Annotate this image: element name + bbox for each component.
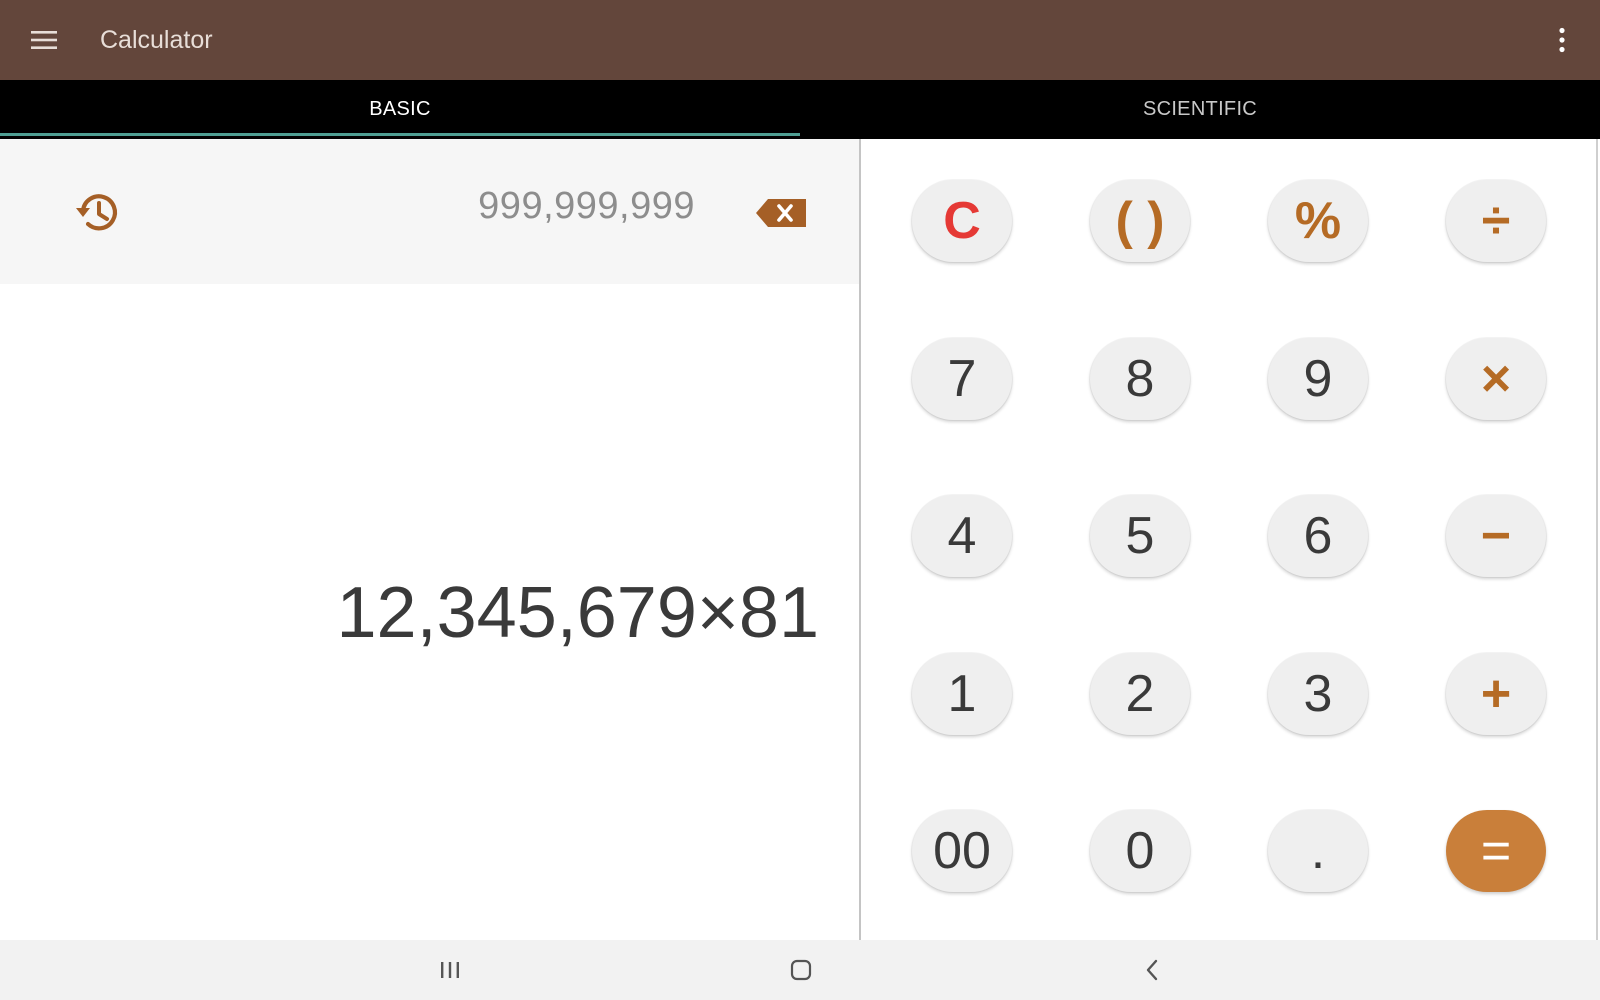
back-icon — [1146, 959, 1158, 981]
subtract-button[interactable]: − — [1446, 495, 1546, 577]
percent-button[interactable]: % — [1268, 180, 1368, 262]
display-panel: 999,999,999 12,345,679×81 — [0, 139, 859, 940]
digit-0-button[interactable]: 0 — [1090, 810, 1190, 892]
history-result: 999,999,999 — [478, 185, 695, 227]
keypad: C ( ) % ÷ 7 8 9 × 4 5 6 − 1 2 3 + 00 0 .… — [861, 139, 1596, 940]
double-zero-button[interactable]: 00 — [912, 810, 1012, 892]
recent-apps-icon — [441, 962, 459, 978]
digit-6-button[interactable]: 6 — [1268, 495, 1368, 577]
app-title: Calculator — [100, 26, 213, 54]
app-bar: Calculator — [0, 0, 1600, 80]
digit-4-button[interactable]: 4 — [912, 495, 1012, 577]
digit-8-button[interactable]: 8 — [1090, 338, 1190, 420]
tab-scientific[interactable]: SCIENTIFIC — [800, 80, 1600, 139]
tab-basic-label: BASIC — [369, 98, 431, 120]
recent-apps-button[interactable] — [420, 950, 480, 990]
digit-9-button[interactable]: 9 — [1268, 338, 1368, 420]
tab-basic[interactable]: BASIC — [0, 80, 800, 139]
more-options-button[interactable] — [1542, 20, 1582, 60]
backspace-icon — [756, 199, 806, 227]
history-button[interactable] — [74, 189, 122, 237]
decimal-point-button[interactable]: . — [1268, 810, 1368, 892]
add-button[interactable]: + — [1446, 653, 1546, 735]
mode-tabs: BASIC SCIENTIFIC — [0, 80, 1600, 139]
divide-button[interactable]: ÷ — [1446, 180, 1546, 262]
history-icon — [76, 194, 118, 231]
home-button[interactable] — [771, 950, 831, 990]
digit-3-button[interactable]: 3 — [1268, 653, 1368, 735]
digit-7-button[interactable]: 7 — [912, 338, 1012, 420]
back-button[interactable] — [1122, 950, 1182, 990]
digit-2-button[interactable]: 2 — [1090, 653, 1190, 735]
keypad-edge — [1596, 139, 1598, 940]
history-strip: 999,999,999 — [0, 139, 859, 284]
multiply-button[interactable]: × — [1446, 338, 1546, 420]
expression-display: 12,345,679×81 — [336, 573, 819, 653]
clear-button[interactable]: C — [912, 180, 1012, 262]
equals-button[interactable]: = — [1446, 810, 1546, 892]
parentheses-button[interactable]: ( ) — [1090, 180, 1190, 262]
more-vert-icon — [1559, 27, 1565, 53]
menu-button[interactable] — [24, 20, 64, 60]
backspace-button[interactable] — [754, 195, 808, 231]
digit-1-button[interactable]: 1 — [912, 653, 1012, 735]
digit-5-button[interactable]: 5 — [1090, 495, 1190, 577]
active-tab-indicator — [0, 133, 800, 136]
system-nav-bar — [0, 940, 1600, 1000]
tab-scientific-label: SCIENTIFIC — [1142, 98, 1258, 120]
home-icon — [790, 959, 812, 981]
menu-icon — [31, 31, 57, 49]
